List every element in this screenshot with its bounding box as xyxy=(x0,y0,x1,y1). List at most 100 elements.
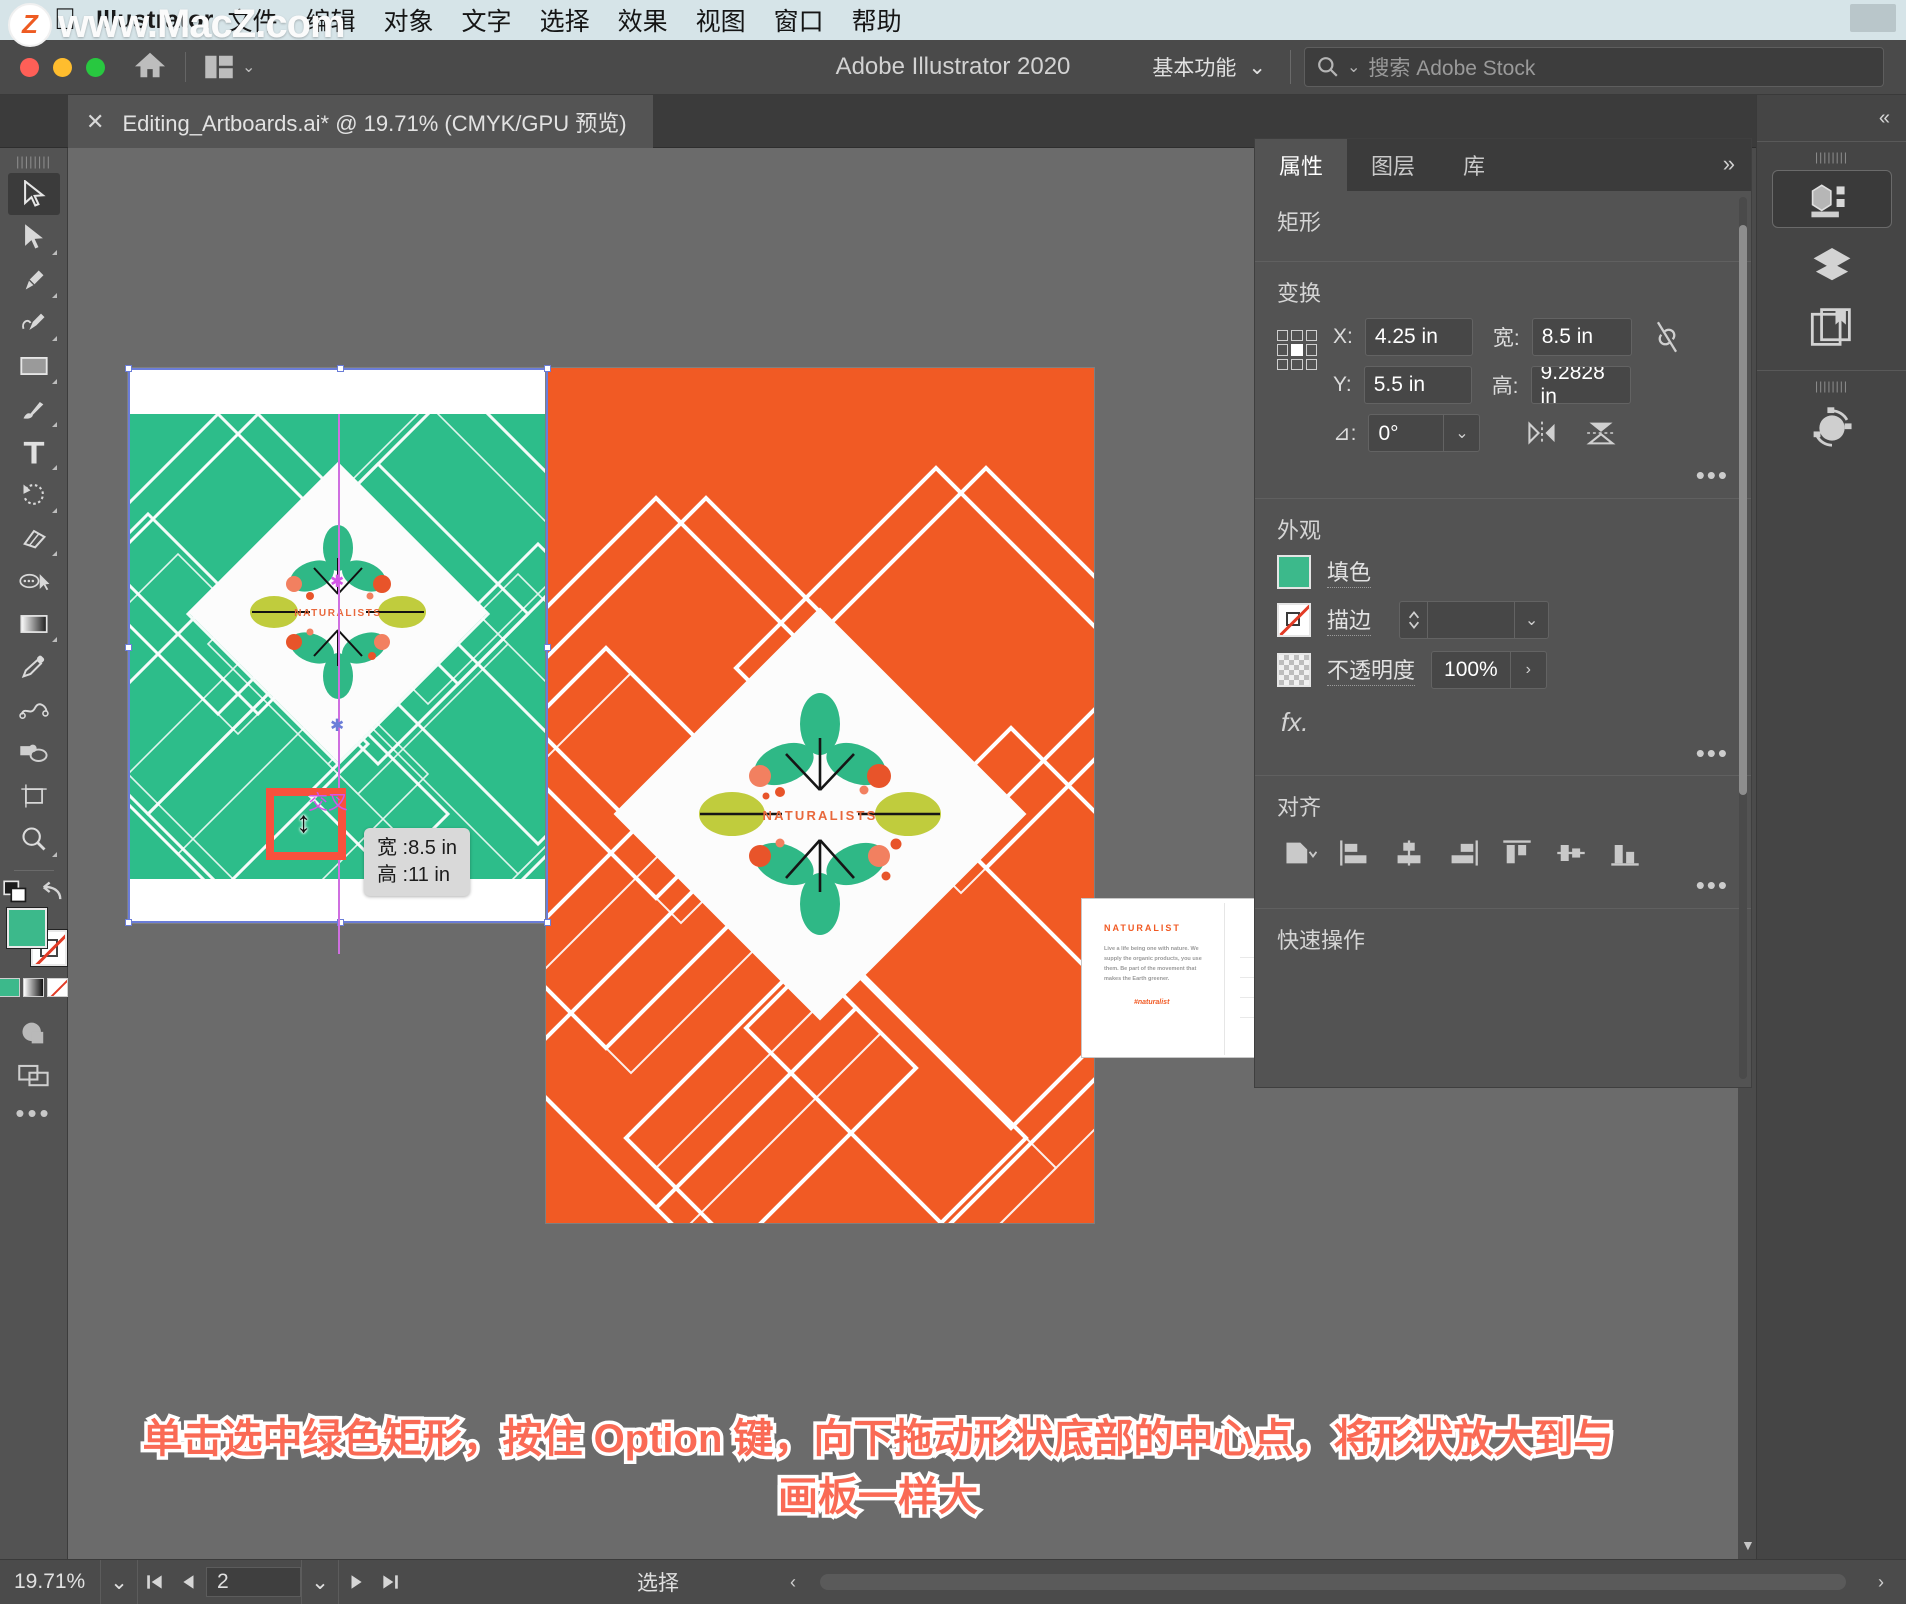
tools-more-icon[interactable]: ••• xyxy=(15,1107,51,1120)
libraries-dock-icon[interactable] xyxy=(1772,298,1892,356)
scroll-right-icon[interactable]: › xyxy=(1878,1572,1884,1593)
scroll-down-icon[interactable]: ▼ xyxy=(1741,1537,1755,1553)
properties-dock-icon[interactable] xyxy=(1772,170,1892,228)
gradient-swatch-button[interactable] xyxy=(23,978,44,997)
tab-libraries[interactable]: 库 xyxy=(1439,139,1509,191)
pen-tool[interactable] xyxy=(8,259,60,301)
dock-grip[interactable]: |||||||| xyxy=(1757,150,1906,164)
x-input[interactable]: 4.25 in xyxy=(1365,318,1473,356)
stock-search-input[interactable]: ⌄ 搜索 Adobe Stock xyxy=(1304,47,1884,87)
width-input[interactable]: 8.5 in xyxy=(1532,318,1632,356)
reference-point-grid[interactable] xyxy=(1277,330,1317,370)
chevron-right-icon[interactable]: › xyxy=(1510,652,1546,688)
rectangle-tool[interactable] xyxy=(8,345,60,387)
chevron-double-right-icon[interactable]: » xyxy=(1723,151,1735,177)
stroke-weight-input[interactable] xyxy=(1428,602,1514,639)
blend-tool[interactable] xyxy=(8,689,60,731)
menu-object[interactable]: 对象 xyxy=(370,2,448,38)
shape-builder-tool[interactable] xyxy=(8,560,60,602)
menu-help[interactable]: 帮助 xyxy=(838,2,916,38)
type-tool[interactable] xyxy=(8,431,60,473)
eyedropper-tool[interactable] xyxy=(8,646,60,688)
chevron-down-icon[interactable]: ⌄ xyxy=(1514,602,1548,638)
align-left-icon[interactable] xyxy=(1339,838,1371,868)
close-icon[interactable]: ✕ xyxy=(86,109,104,135)
document-tab[interactable]: ✕ Editing_Artboards.ai* @ 19.71% (CMYK/G… xyxy=(68,95,653,148)
curvature-tool[interactable] xyxy=(8,302,60,344)
tools-panel-grip[interactable]: |||||||| xyxy=(16,154,51,169)
apple-icon[interactable]:  xyxy=(48,3,82,37)
layers-dock-icon[interactable] xyxy=(1772,234,1892,292)
shape-builder-dock-icon[interactable] xyxy=(1772,399,1892,457)
fill-color-swatch[interactable] xyxy=(1277,555,1311,589)
opacity-field[interactable]: 100% › xyxy=(1431,651,1547,689)
unlink-proportions-icon[interactable] xyxy=(1654,320,1680,354)
screen-layout-icon[interactable] xyxy=(17,1061,51,1089)
arrange-documents-icon[interactable]: ⌄ xyxy=(204,54,255,80)
artboard-dropdown-icon[interactable]: ⌄ xyxy=(301,1560,339,1604)
direct-selection-tool[interactable] xyxy=(8,216,60,258)
first-artboard-icon[interactable] xyxy=(138,1560,172,1604)
stroke-weight-stepper[interactable]: ⌄ xyxy=(1399,601,1549,639)
home-icon[interactable] xyxy=(133,50,167,85)
undo-icon[interactable] xyxy=(39,880,65,904)
eraser-tool[interactable] xyxy=(8,517,60,559)
menu-edit[interactable]: 编辑 xyxy=(292,2,370,38)
artboard-tool[interactable] xyxy=(8,775,60,817)
menu-effect[interactable]: 效果 xyxy=(604,2,682,38)
opacity-value[interactable]: 100% xyxy=(1432,652,1510,688)
artboard-number-input[interactable]: 2 xyxy=(206,1567,301,1597)
close-window-button[interactable] xyxy=(20,58,39,77)
last-artboard-icon[interactable] xyxy=(373,1560,407,1604)
color-swatch-button[interactable] xyxy=(0,978,20,997)
orange-poster-artboard[interactable]: NATURALISTS xyxy=(546,368,1094,1223)
stroke-color-swatch[interactable] xyxy=(1277,603,1311,637)
menu-type[interactable]: 文字 xyxy=(448,2,526,38)
none-swatch-button[interactable] xyxy=(47,978,68,997)
dock-collapse-button[interactable]: « xyxy=(1757,95,1906,141)
align-to-selection-icon[interactable] xyxy=(1279,838,1317,868)
align-right-icon[interactable] xyxy=(1447,838,1479,868)
dock-grip-2[interactable]: |||||||| xyxy=(1757,379,1906,393)
zoom-dropdown-icon[interactable]: ⌄ xyxy=(100,1560,138,1604)
symbol-sprayer-tool[interactable] xyxy=(8,732,60,774)
maximize-window-button[interactable] xyxy=(86,58,105,77)
minimize-window-button[interactable] xyxy=(53,58,72,77)
y-input[interactable]: 5.5 in xyxy=(1364,366,1472,404)
menu-view[interactable]: 视图 xyxy=(682,2,760,38)
align-horizontal-center-icon[interactable] xyxy=(1393,838,1425,868)
appearance-more-icon[interactable]: ••• xyxy=(1277,740,1729,762)
tab-properties[interactable]: 属性 xyxy=(1255,139,1347,191)
fx-button[interactable]: fx. xyxy=(1277,701,1729,740)
draw-mode-icon[interactable] xyxy=(19,1019,49,1047)
previous-artboard-icon[interactable] xyxy=(172,1560,206,1604)
next-artboard-icon[interactable] xyxy=(339,1560,373,1604)
align-bottom-icon[interactable] xyxy=(1609,838,1641,868)
align-more-icon[interactable]: ••• xyxy=(1277,872,1729,894)
chevron-down-icon[interactable]: ⌄ xyxy=(1443,415,1479,451)
menu-window[interactable]: 窗口 xyxy=(760,2,838,38)
gradient-tool[interactable] xyxy=(8,603,60,645)
zoom-level-value[interactable]: 19.71% xyxy=(0,1560,100,1604)
rotate-tool[interactable] xyxy=(8,474,60,516)
paintbrush-tool[interactable] xyxy=(8,388,60,430)
workspace-switcher[interactable]: 基本功能 ⌄ xyxy=(1152,52,1266,82)
opacity-icon[interactable] xyxy=(1277,653,1311,687)
flip-horizontal-icon[interactable] xyxy=(1526,420,1558,446)
stepper-arrows-icon[interactable] xyxy=(1400,602,1428,638)
align-top-icon[interactable] xyxy=(1501,838,1533,868)
tab-layers[interactable]: 图层 xyxy=(1347,139,1439,191)
transform-more-icon[interactable]: ••• xyxy=(1277,462,1729,484)
fill-swatch[interactable] xyxy=(7,908,47,948)
zoom-tool[interactable] xyxy=(8,818,60,860)
height-input[interactable]: 9.2828 in xyxy=(1531,366,1631,404)
selection-tool[interactable] xyxy=(8,173,60,215)
scroll-up-icon[interactable]: ^ xyxy=(1737,191,1745,199)
panel-scrollbar[interactable]: ^ xyxy=(1739,197,1747,1079)
horizontal-scrollbar[interactable] xyxy=(820,1574,1846,1590)
scroll-left-icon[interactable]: ‹ xyxy=(790,1572,796,1593)
menu-select[interactable]: 选择 xyxy=(526,2,604,38)
angle-input[interactable]: 0° xyxy=(1369,415,1443,453)
screen-mode-icon[interactable] xyxy=(3,880,29,904)
align-vertical-center-icon[interactable] xyxy=(1555,838,1587,868)
